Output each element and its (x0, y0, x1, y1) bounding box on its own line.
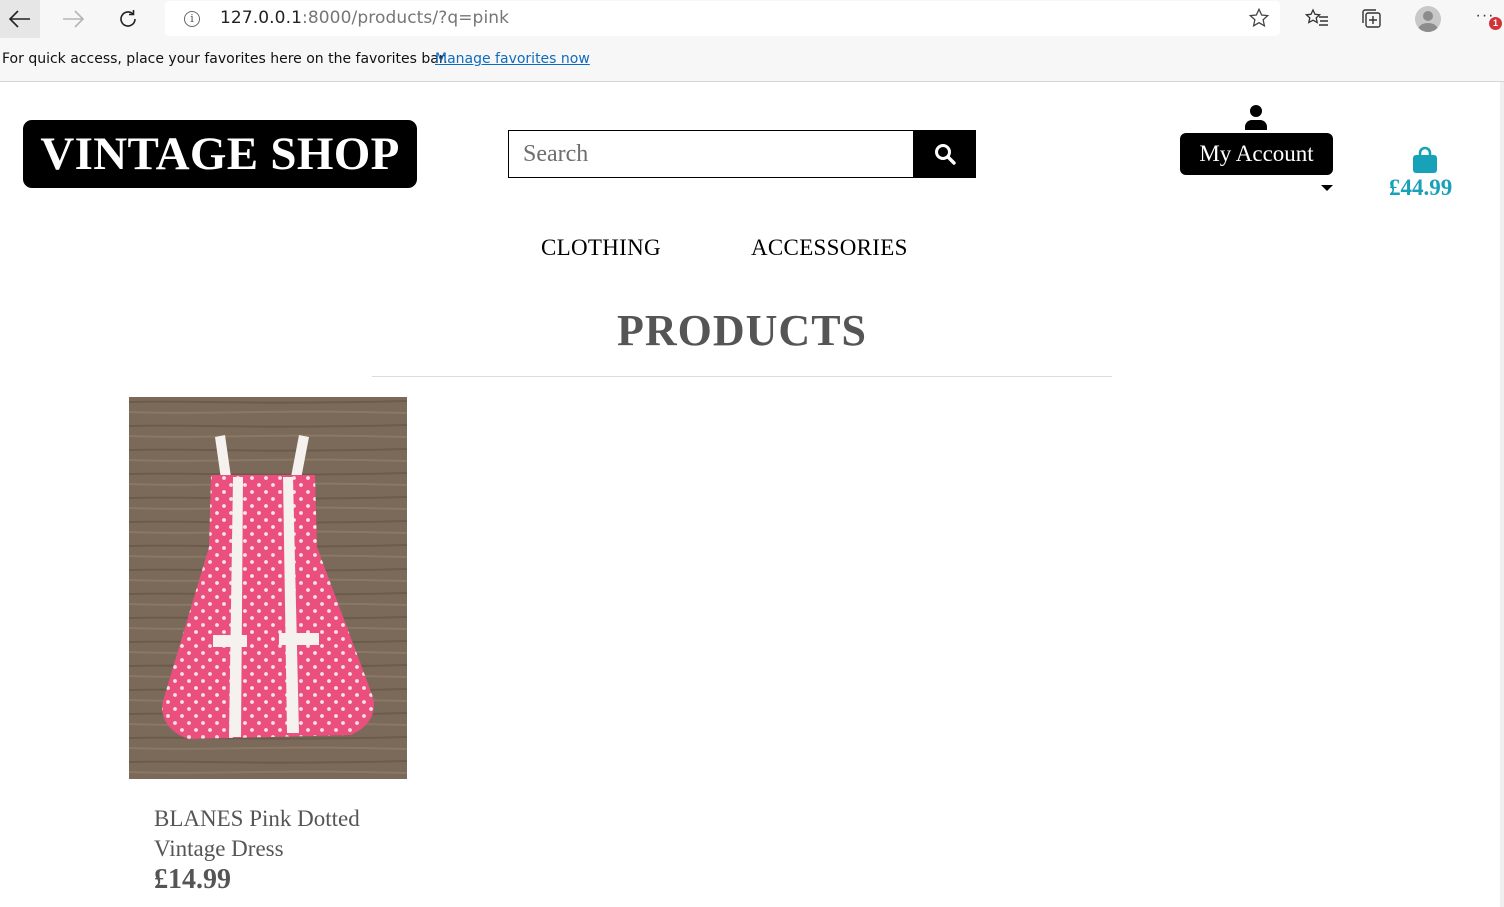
manage-favorites-link[interactable]: Manage favorites now (435, 51, 590, 67)
forward-button[interactable] (53, 0, 93, 38)
my-account-button[interactable]: My Account (1180, 133, 1333, 175)
address-bar[interactable]: i 127.0.0.1:8000/products/?q=pink (165, 1, 1280, 36)
forward-arrow-icon (63, 10, 84, 28)
back-arrow-icon (9, 10, 30, 28)
favorites-button[interactable] (1302, 4, 1332, 34)
pink-dress-photo (129, 397, 407, 779)
product-image[interactable] (129, 397, 407, 779)
profile-button[interactable] (1413, 4, 1443, 34)
nav-accessories[interactable]: ACCESSORIES (751, 235, 908, 261)
search-button[interactable] (913, 130, 976, 178)
url-text[interactable]: 127.0.0.1:8000/products/?q=pink (220, 8, 509, 28)
favorites-bar-message: For quick access, place your favorites h… (2, 51, 448, 67)
page-title: PRODUCTS (616, 306, 868, 355)
page-scrollbar[interactable] (1500, 82, 1504, 907)
search-icon (934, 144, 956, 165)
collections-icon (1362, 9, 1381, 28)
product-price: £14.99 (154, 864, 231, 895)
account-dropdown-caret-icon[interactable] (1321, 185, 1333, 191)
shopping-bag-icon[interactable] (1412, 146, 1438, 174)
bag-total[interactable]: £44.99 (1389, 175, 1452, 201)
star-icon[interactable] (1248, 7, 1270, 29)
notification-badge: 1 (1489, 17, 1502, 30)
title-divider (372, 376, 1112, 377)
browser-toolbar: i 127.0.0.1:8000/products/?q=pink ··· 1 (0, 0, 1504, 38)
nav-clothing[interactable]: CLOTHING (541, 235, 661, 261)
collections-button[interactable] (1357, 4, 1387, 34)
url-path: :8000/products/?q=pink (302, 8, 510, 28)
favorites-icon (1305, 8, 1328, 26)
url-host: 127.0.0.1 (220, 8, 303, 28)
info-icon[interactable]: i (184, 11, 200, 27)
reload-button[interactable] (108, 0, 148, 38)
product-name[interactable]: BLANES Pink Dotted Vintage Dress (154, 804, 394, 864)
search-input[interactable] (508, 130, 914, 178)
back-button[interactable] (0, 0, 40, 38)
reload-icon (120, 10, 136, 27)
favorites-bar: For quick access, place your favorites h… (0, 38, 1504, 82)
user-icon[interactable] (1244, 104, 1268, 130)
profile-avatar (1415, 6, 1441, 32)
site-logo[interactable]: VINTAGE SHOP (23, 120, 417, 188)
